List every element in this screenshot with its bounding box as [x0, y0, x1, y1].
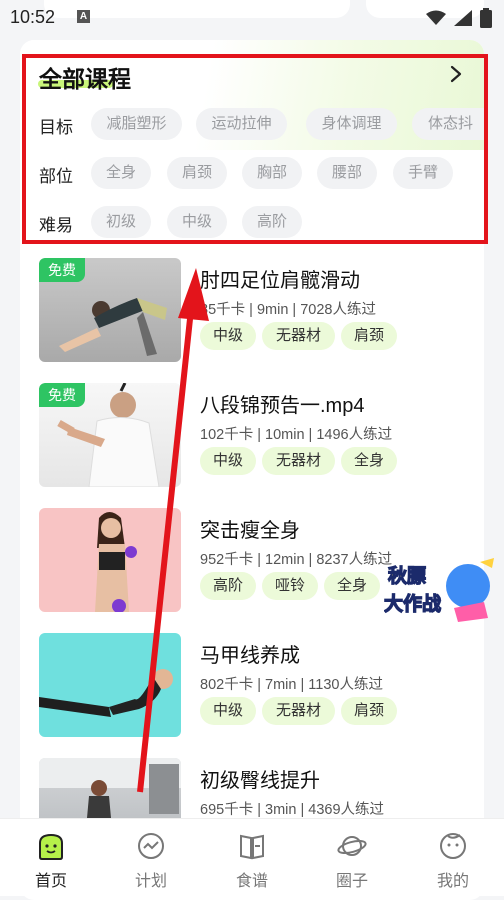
sticker-line1: 秋膘	[388, 564, 426, 587]
free-badge: 免费	[39, 258, 85, 282]
filter-chip[interactable]: 胸部	[242, 157, 302, 189]
course-tag: 中级	[200, 697, 256, 725]
promo-sticker-icon: 秋膘 大作战	[383, 558, 494, 622]
filter-chip[interactable]: 腰部	[317, 157, 377, 189]
course-thumbnail	[39, 758, 181, 818]
filter-row-body-part: 部位 全身 肩颈 胸部 腰部 手臂	[20, 157, 484, 191]
filter-chip[interactable]: 中级	[167, 206, 227, 238]
tab-profile[interactable]: 我的	[403, 819, 503, 897]
filter-chip[interactable]: 高阶	[242, 206, 302, 238]
autumn-promo-sticker[interactable]: 秋膘 大作战	[383, 556, 496, 626]
course-title: 八段锦预告一.mp4	[200, 395, 365, 417]
course-tag: 全身	[324, 572, 380, 600]
filter-chip[interactable]: 运动拉伸	[196, 108, 287, 140]
sticker-line2: 大作战	[384, 592, 441, 615]
wifi-icon	[426, 10, 446, 25]
signal-icon	[454, 10, 472, 26]
bottom-tab-bar: 首页 计划 食谱 圈子 我的	[0, 818, 504, 896]
filter-chip[interactable]: 减脂塑形	[91, 108, 182, 140]
planet-icon	[337, 836, 367, 856]
workout-photo-icon	[95, 512, 137, 612]
course-tag: 肩颈	[341, 322, 397, 350]
course-tag: 无器材	[262, 697, 335, 725]
tab-label: 首页	[34, 873, 67, 890]
tab-label: 我的	[436, 873, 469, 890]
course-title: 突击瘦全身	[200, 520, 300, 542]
tab-recipe[interactable]: 食谱	[202, 819, 302, 897]
status-time: 10:52	[10, 7, 56, 27]
filter-chip[interactable]: 手臂	[393, 157, 453, 189]
course-item[interactable]: 初级臀线提升 695千卡 | 3min | 4369人练过	[39, 758, 479, 818]
recipe-book-icon	[240, 834, 264, 860]
course-thumbnail	[39, 508, 181, 612]
filter-chip[interactable]: 全身	[91, 157, 151, 189]
filter-row-goal: 目标 减脂塑形 运动拉伸 身体调理 体态抖	[20, 108, 484, 142]
tab-home[interactable]: 首页	[1, 819, 101, 897]
notification-a-icon: A	[77, 10, 90, 23]
profile-face-icon	[440, 833, 466, 859]
course-stats: 952千卡 | 12min | 8237人练过	[200, 552, 393, 568]
tab-label: 计划	[134, 873, 167, 890]
filter-chip[interactable]: 初级	[91, 206, 151, 238]
course-thumbnail: 免费	[39, 258, 181, 362]
tab-label: 食谱	[235, 873, 268, 890]
tab-plan[interactable]: 计划	[101, 819, 201, 897]
filter-row-difficulty: 难易 初级 中级 高阶	[20, 206, 484, 240]
course-tag: 无器材	[262, 447, 335, 475]
filter-label: 难易	[39, 216, 73, 235]
tab-label: 圈子	[335, 873, 368, 890]
filter-label: 部位	[39, 167, 73, 186]
course-item[interactable]: 免费 肘四足位肩髋滑动 85千卡 | 9min | 7028人练过 中级 无器材…	[39, 258, 479, 364]
section-title: 全部课程	[39, 66, 131, 92]
tab-circle[interactable]: 圈子	[302, 819, 402, 897]
course-tag: 哑铃	[262, 572, 318, 600]
course-thumbnail: 免费	[39, 383, 181, 487]
course-title: 马甲线养成	[200, 645, 300, 667]
course-tag: 中级	[200, 447, 256, 475]
course-tag: 中级	[200, 322, 256, 350]
filter-chip[interactable]: 体态抖	[412, 108, 484, 140]
course-tag: 无器材	[262, 322, 335, 350]
course-stats: 802千卡 | 7min | 1130人练过	[200, 677, 383, 693]
course-thumbnail	[39, 633, 181, 737]
course-stats: 102千卡 | 10min | 1496人练过	[200, 427, 393, 443]
course-item[interactable]: 马甲线养成 802千卡 | 7min | 1130人练过 中级 无器材 肩颈	[39, 633, 479, 739]
course-tag: 全身	[341, 447, 397, 475]
course-item[interactable]: 免费 八段锦预告一.mp4 102千卡 | 10min | 1496人练过 中级…	[39, 383, 479, 489]
workout-photo-icon	[39, 758, 181, 818]
course-tag: 肩颈	[341, 697, 397, 725]
free-badge: 免费	[39, 383, 85, 407]
filter-chip[interactable]: 肩颈	[167, 157, 227, 189]
course-title: 初级臀线提升	[200, 770, 320, 792]
course-tag: 高阶	[200, 572, 256, 600]
filter-label: 目标	[39, 118, 73, 137]
status-bar: 10:52 A	[0, 0, 504, 36]
plan-chart-icon	[138, 833, 164, 859]
course-title: 肘四足位肩髋滑动	[200, 270, 360, 292]
chevron-right-icon[interactable]	[448, 64, 464, 84]
filter-chip[interactable]: 身体调理	[306, 108, 397, 140]
course-stats: 695千卡 | 3min | 4369人练过	[200, 802, 385, 818]
battery-icon	[480, 8, 492, 28]
home-face-icon	[39, 833, 63, 860]
workout-photo-icon	[39, 669, 173, 717]
course-stats: 85千卡 | 9min | 7028人练过	[200, 302, 376, 318]
